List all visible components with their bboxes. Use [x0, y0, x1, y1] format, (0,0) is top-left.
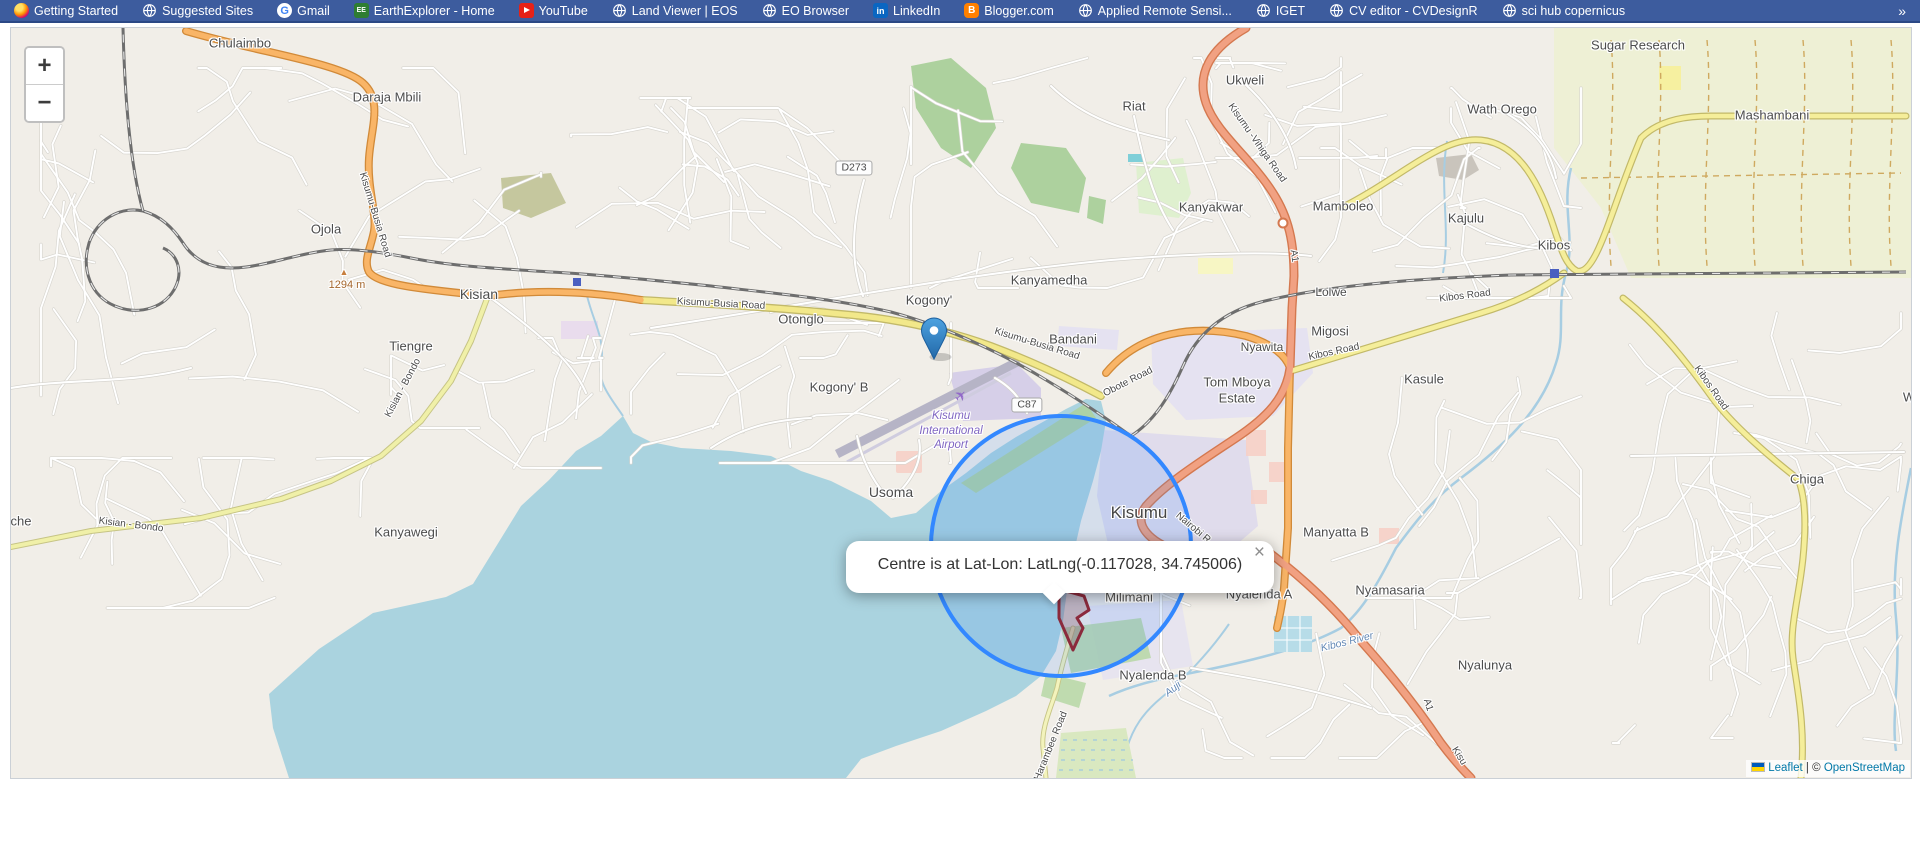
bookmark-blogger-com[interactable]: B Blogger.com: [964, 3, 1053, 18]
linkedin-icon: in: [873, 3, 888, 18]
bookmark-label: YouTube: [539, 4, 588, 18]
bookmark-linkedin[interactable]: in LinkedIn: [873, 3, 940, 18]
popup-close-icon[interactable]: ×: [1254, 543, 1265, 562]
zoom-out-button[interactable]: −: [26, 85, 63, 121]
earthexplorer-icon: EE: [354, 3, 369, 18]
bookmark-label: sci hub copernicus: [1522, 4, 1626, 18]
bookmark-label: LinkedIn: [893, 4, 940, 18]
bookmark-label: Getting Started: [34, 4, 118, 18]
bookmarks-bar: Getting Started Suggested Sites G Gmail EE Ea…: [0, 0, 1920, 23]
bookmark-eo-browser[interactable]: EO Browser: [762, 3, 849, 18]
popup-text: Centre is at Lat-Lon: LatLng(-0.117028, …: [846, 556, 1274, 574]
bookmark-cv-editor-cvdesignr[interactable]: CV editor - CVDesignR: [1329, 3, 1478, 18]
bookmark-label: Suggested Sites: [162, 4, 253, 18]
mini-roundabout: [1279, 219, 1288, 228]
attribution-separator: |: [1806, 762, 1809, 774]
firefox-icon: [14, 3, 29, 18]
globe-icon: [762, 3, 777, 18]
bookmark-label: IGET: [1276, 4, 1305, 18]
bookmark-land-viewer-eos[interactable]: Land Viewer | EOS: [612, 3, 738, 18]
bookmark-label: EO Browser: [782, 4, 849, 18]
bookmark-earthexplorer-home[interactable]: EE EarthExplorer - Home: [354, 3, 495, 18]
bookmarks-overflow-chevron[interactable]: »: [1894, 3, 1910, 19]
zoom-control: + −: [24, 46, 65, 123]
bookmark-gmail[interactable]: G Gmail: [277, 3, 330, 18]
copyright-symbol: ©: [1812, 762, 1820, 774]
bookmark-getting-started[interactable]: Getting Started: [14, 3, 118, 18]
bookmark-label: Applied Remote Sensi...: [1098, 4, 1232, 18]
leaflet-link[interactable]: Leaflet: [1768, 762, 1803, 774]
bookmark-label: Gmail: [297, 4, 330, 18]
bookmark-label: Land Viewer | EOS: [632, 4, 738, 18]
map-canvas: ✈: [11, 28, 1911, 778]
level-crossing-marker: [573, 278, 581, 286]
bookmark-label: EarthExplorer - Home: [374, 4, 495, 18]
bookmark-iget[interactable]: IGET: [1256, 3, 1305, 18]
ukraine-flag-icon: [1751, 762, 1765, 772]
map-attribution: Leaflet | © OpenStreetMap: [1746, 760, 1910, 777]
level-crossing-marker: [1550, 269, 1559, 278]
google-icon: G: [277, 3, 292, 18]
globe-icon: [1078, 3, 1093, 18]
blogger-icon: B: [964, 3, 979, 18]
globe-icon: [612, 3, 627, 18]
bookmark-applied-remote-sensi[interactable]: Applied Remote Sensi...: [1078, 3, 1232, 18]
map-popup: Centre is at Lat-Lon: LatLng(-0.117028, …: [846, 541, 1274, 593]
bookmark-label: Blogger.com: [984, 4, 1053, 18]
bookmark-suggested-sites[interactable]: Suggested Sites: [142, 3, 253, 18]
globe-icon: [142, 3, 157, 18]
marsh-area: [1056, 728, 1136, 778]
bookmark-sci-hub-copernicus[interactable]: sci hub copernicus: [1502, 3, 1626, 18]
globe-icon: [1502, 3, 1517, 18]
bookmark-label: CV editor - CVDesignR: [1349, 4, 1478, 18]
map-viewport[interactable]: ✈ ChulaimboDaraja MbiliOjolaKisianTiengr…: [10, 27, 1912, 779]
globe-icon: [1256, 3, 1271, 18]
youtube-icon: [519, 3, 534, 18]
zoom-in-button[interactable]: +: [26, 48, 63, 85]
openstreetmap-link[interactable]: OpenStreetMap: [1824, 762, 1905, 774]
bookmark-youtube[interactable]: YouTube: [519, 3, 588, 18]
globe-icon: [1329, 3, 1344, 18]
